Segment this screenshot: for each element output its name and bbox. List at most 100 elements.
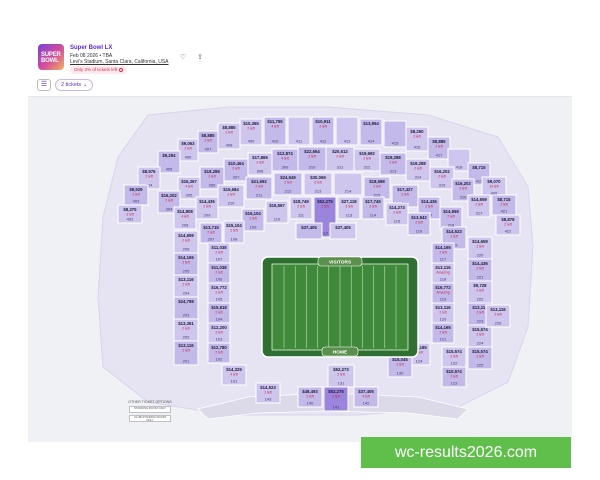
- section-115[interactable]: $14,2732 left 115: [385, 202, 409, 226]
- heart-icon[interactable]: ♡: [178, 53, 188, 63]
- section-413[interactable]: 413: [335, 116, 359, 146]
- section-102[interactable]: $12,7802 left 102: [207, 342, 231, 364]
- standing-room-option[interactable]: STANDING ROOM ONLY: [129, 406, 171, 413]
- section-315[interactable]: $16,2022 left 315: [429, 166, 455, 190]
- section-116[interactable]: $13,9422 left 116: [407, 212, 431, 236]
- section-131[interactable]: $52,2732 left 131: [327, 364, 355, 388]
- section-117[interactable]: $14,1652 left 117: [431, 242, 455, 264]
- section-106[interactable]: $11,0382 left 106: [207, 262, 231, 284]
- section-410[interactable]: $11,7554 left 410: [263, 116, 287, 146]
- section-310[interactable]: $22,6542 left 310: [297, 146, 327, 172]
- section-113[interactable]: $27,1182 left 113: [337, 196, 361, 220]
- section-availability: 2 left: [208, 175, 215, 179]
- section-price: $15,104: [226, 223, 242, 228]
- section-202[interactable]: $13,3612 left 202: [173, 318, 199, 342]
- section-211[interactable]: $21,6922 left 211: [245, 176, 273, 200]
- section-210[interactable]: $15,6842 left 210: [217, 184, 245, 208]
- section-402[interactable]: $8,3752 left402: [117, 204, 143, 224]
- section-204[interactable]: $13,1162 left 204: [173, 274, 199, 298]
- section-307[interactable]: $10,4642 left 307: [223, 158, 249, 182]
- club-standing-room-option[interactable]: CLUB STANDING ROOM ONLY: [129, 415, 171, 422]
- stadium-map-canvas[interactable]: $10,3652 left409$11,7554 left410 411$10,9…: [28, 97, 572, 443]
- section-408[interactable]: $8,8852 left 408: [217, 122, 241, 150]
- section-143[interactable]: $14,5232 left 143: [255, 382, 281, 404]
- section-415[interactable]: 415: [383, 120, 407, 148]
- section-305[interactable]: $16,3674 left 305: [177, 176, 201, 200]
- section-215[interactable]: $18,5882 left215: [363, 176, 391, 200]
- section-225[interactable]: $15,5742 left 225: [467, 346, 493, 370]
- section-price: $8,375: [123, 207, 137, 212]
- section-411[interactable]: 411: [287, 116, 311, 146]
- section-103[interactable]: $12,2002 left 103: [207, 322, 231, 344]
- section-220[interactable]: $14,6592 left 220: [467, 236, 493, 260]
- section-114[interactable]: $17,7452 left 114: [361, 196, 385, 220]
- section-422[interactable]: $8,8782 left 422: [495, 214, 521, 236]
- section-222[interactable]: $9,7282 left 222: [467, 280, 493, 304]
- share-icon[interactable]: ⇪: [195, 53, 205, 63]
- section-205[interactable]: $14,1652 left 205: [173, 252, 199, 276]
- section-140[interactable]: $48,4932 left 140: [297, 386, 323, 408]
- section-141[interactable]: $52,2752 left 141: [323, 386, 349, 412]
- event-venue-link[interactable]: Levi's Stadium, Santa Clara, California,…: [70, 59, 169, 65]
- section-203[interactable]: $24,798 203: [173, 296, 199, 320]
- section-price: $37,405: [358, 389, 374, 394]
- section-312[interactable]: $19,6922 left 312: [353, 148, 381, 172]
- section-120[interactable]: $13,1162 left 120: [431, 302, 455, 324]
- section-122[interactable]: $15,5742 left 122: [441, 346, 467, 368]
- event-title[interactable]: Super Bowl LX: [70, 45, 112, 51]
- section-412[interactable]: $10,9112 left 412: [311, 116, 335, 146]
- section-108[interactable]: $15,1042 left 108: [223, 220, 245, 244]
- section-209[interactable]: $14,4362 left 209: [195, 196, 219, 220]
- section-201[interactable]: $13,1162 left 201: [173, 340, 199, 366]
- section-101[interactable]: $14,3294 left 101: [221, 364, 247, 386]
- section-311[interactable]: $20,6122 left 311: [325, 146, 355, 172]
- ticket-quantity-select[interactable]: 2 tickets ⌄: [55, 79, 94, 91]
- section-212[interactable]: $24,5492 left 212: [273, 172, 303, 196]
- section-409[interactable]: $10,3652 left 409: [239, 118, 263, 146]
- info-icon[interactable]: [119, 67, 124, 72]
- section-416[interactable]: $8,2502 left 416: [405, 126, 429, 152]
- section-417[interactable]: $8,8852 left 417: [427, 136, 451, 160]
- section-308[interactable]: $17,8652 left 308: [247, 152, 273, 176]
- section-142[interactable]: $37,4054 left 142: [353, 386, 379, 408]
- section-208[interactable]: $14,8084 left 208: [173, 206, 197, 230]
- section-406[interactable]: $9,0632 left 406: [177, 138, 199, 162]
- section-309[interactable]: $12,8744 left 309: [271, 148, 299, 172]
- section-availability: 2 left: [476, 245, 483, 249]
- section-c2[interactable]: $37,405: [329, 222, 357, 240]
- filter-button[interactable]: ☰: [37, 79, 51, 91]
- section-105[interactable]: $16,7722 left 105: [207, 282, 231, 304]
- section-317[interactable]: $14,6592 left 317: [467, 194, 491, 218]
- section-123[interactable]: $10,5742 left 123: [441, 366, 467, 388]
- section-111[interactable]: $18,7492 left 111: [289, 196, 313, 220]
- section-313[interactable]: $19,2882 left 313: [379, 152, 407, 176]
- section-403[interactable]: $8,5292 left 403: [123, 184, 149, 206]
- section-130[interactable]: $15,0452 left130: [387, 354, 413, 378]
- section-226[interactable]: $13,1162 left 226: [485, 304, 511, 328]
- section-104[interactable]: $15,8182 left 104: [207, 302, 231, 324]
- section-206[interactable]: $14,6592 left 206: [173, 230, 199, 254]
- seat-map[interactable]: $10,365 2 left 409 $11,755 4 left 410 411 $10,9…: [28, 96, 572, 442]
- section-224[interactable]: $15,5742 left 224: [467, 324, 493, 348]
- section-109[interactable]: $15,1042 left 109: [241, 208, 265, 232]
- section-107[interactable]: $11,0382 left 107: [207, 242, 231, 264]
- section-119[interactable]: $16,772Amazing 119: [431, 282, 455, 304]
- section-118[interactable]: $13,116Amazing 118: [431, 262, 455, 284]
- section-110[interactable]: $16,567 110: [265, 200, 289, 224]
- section-407[interactable]: $8,8852 left 407: [197, 130, 219, 154]
- section-availability: 2 left: [413, 135, 420, 139]
- event-thumbnail[interactable]: SUPER BOWL: [38, 44, 64, 70]
- section-121[interactable]: $14,1652 left 121: [431, 322, 455, 344]
- section-214[interactable]: 214: [333, 172, 363, 196]
- section-421[interactable]: $8,7152 left 421: [491, 194, 517, 216]
- section-207[interactable]: $13,7152 left 207: [199, 222, 223, 244]
- section-213[interactable]: $30,0696 left 213: [303, 172, 333, 196]
- section-420[interactable]: $9,07014 left420: [481, 176, 507, 198]
- section-218[interactable]: $14,6592 left218: [439, 206, 463, 230]
- section-221[interactable]: $14,4362 left 221: [467, 258, 493, 282]
- section-405[interactable]: $9,294 405: [157, 150, 181, 174]
- section-314[interactable]: $19,2882 left 314: [405, 158, 431, 182]
- section-414[interactable]: $13,964 414: [359, 118, 383, 146]
- section-c1[interactable]: $37,405: [295, 222, 323, 240]
- watermark-banner: wc-results2026.com: [361, 437, 571, 468]
